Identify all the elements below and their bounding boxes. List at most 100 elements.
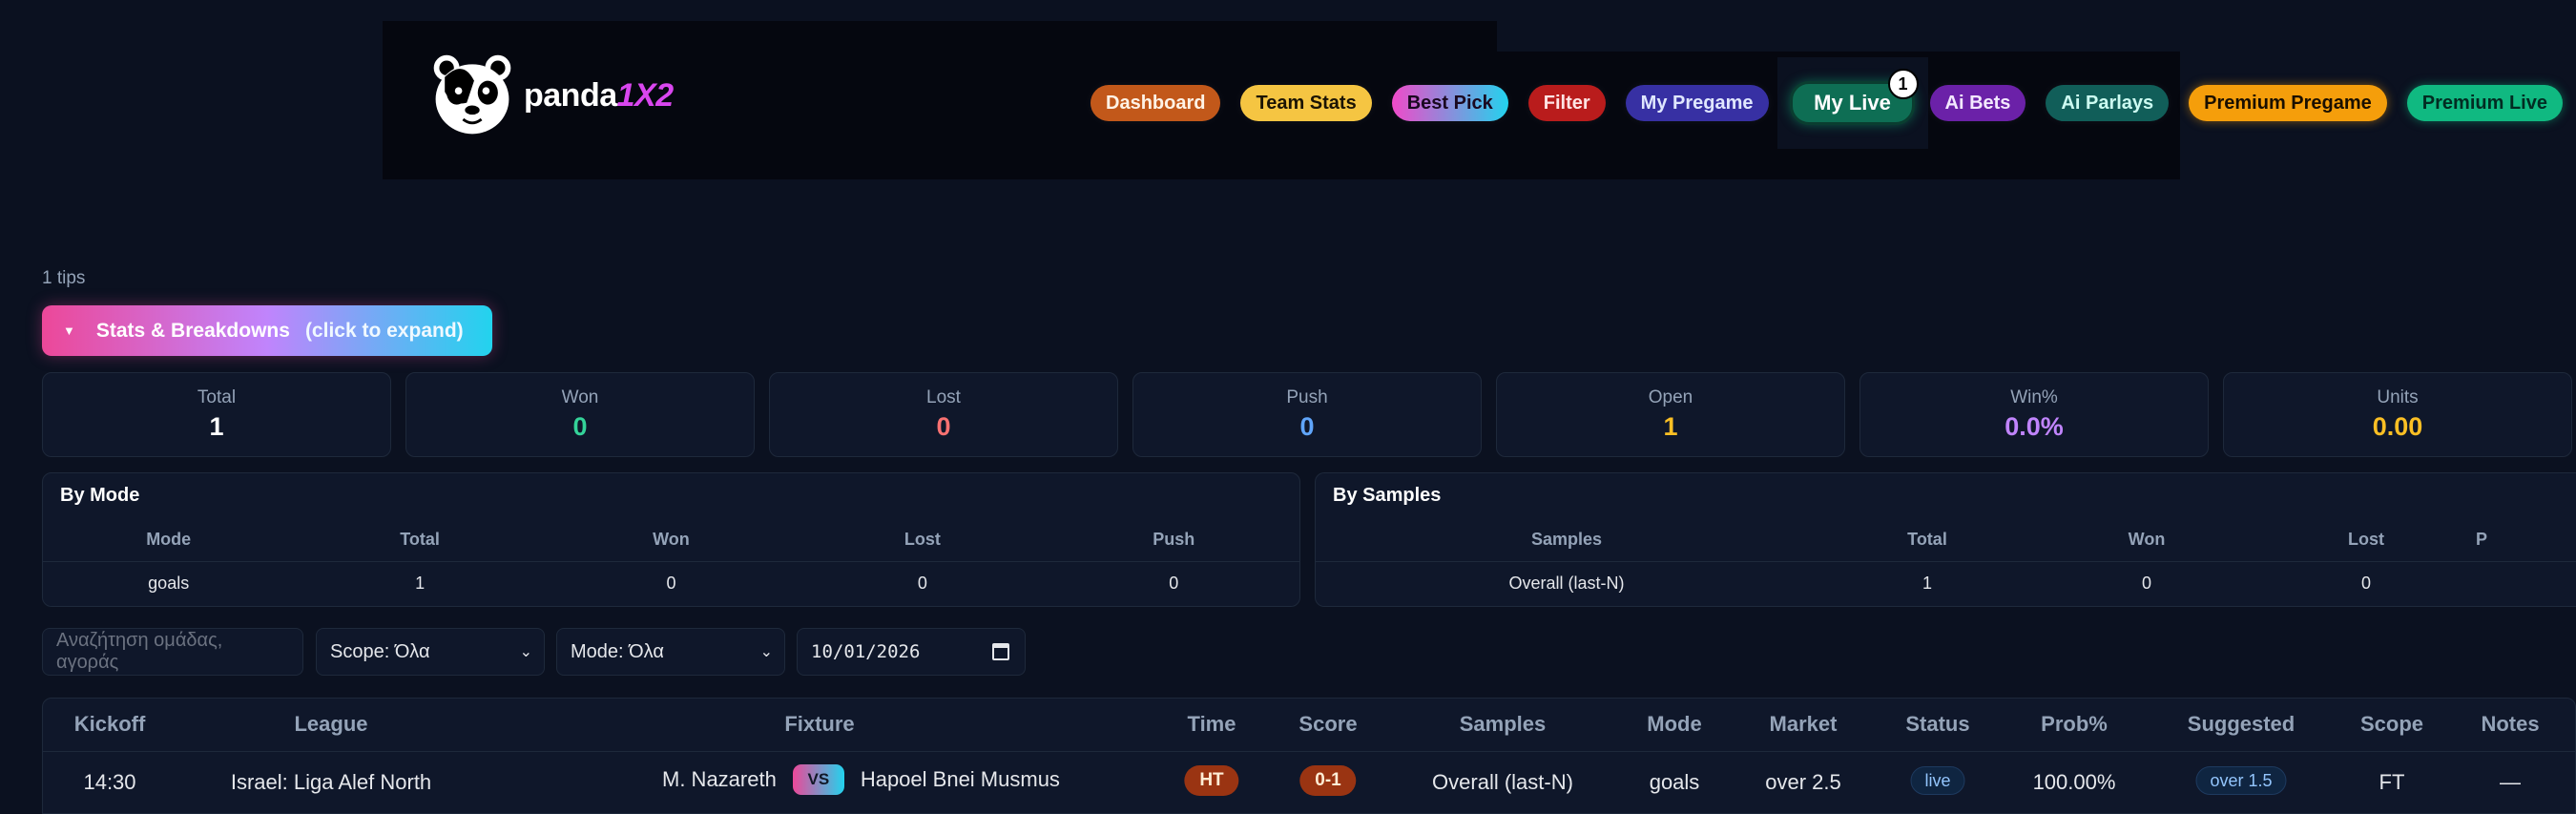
kpi-open-card: Open 1 [1496,372,1845,457]
main-nav: Dashboard Team Stats Best Pick Filter My… [1091,57,2563,149]
column-header[interactable]: Samples [1316,519,1818,562]
league-cell: Israel: Liga Alef North [230,770,432,794]
suggested-badge: over 1.5 [2195,766,2287,795]
table-cell: 1 [1922,573,1932,593]
calendar-icon[interactable] [992,643,1009,660]
mode-select-value: Mode: Όλα [571,640,664,662]
status-badge: live [1910,766,1965,795]
brand-name: panda1X2 [524,77,674,115]
kpi-value: 0 [1299,412,1315,441]
by-mode-title: By Mode [60,485,140,506]
column-header[interactable]: Lost [2256,519,2476,562]
table-header-row: Samples Total Won Lost P [1316,519,2576,562]
kpi-label: Units [2377,387,2419,407]
nav-my-pregame-button[interactable]: My Pregame [1625,85,1769,121]
kpi-push-card: Push 0 [1132,372,1482,457]
score-badge: 0-1 [1299,765,1357,796]
notes-cell: — [2500,770,2521,794]
column-header[interactable]: Push [1048,519,1299,562]
column-header[interactable]: Won [2037,519,2256,562]
brand-name-prefix: panda [524,76,617,114]
kpi-value: 0 [572,412,588,441]
nav-best-pick-button[interactable]: Best Pick [1391,85,1508,121]
column-header-market[interactable]: Market [1770,712,1838,737]
table-cell: 1 [415,573,426,593]
scope-select[interactable]: Scope: Όλα ⌄ [316,628,545,676]
nav-filter-button[interactable]: Filter [1527,85,1606,121]
column-header-time[interactable]: Time [1188,712,1236,737]
column-header[interactable]: Lost [797,519,1049,562]
kpi-value: 1 [1663,412,1678,441]
table-cell: Overall (last-N) [1508,573,1625,593]
nav-premium-live-button[interactable]: Premium Live [2406,85,2563,121]
column-header-scope[interactable]: Scope [2360,712,2423,737]
nav-premium-pregame-button[interactable]: Premium Pregame [2189,85,2387,121]
table-cell: goals [148,573,190,593]
kpi-label: Win% [2010,387,2058,407]
samples-cell: Overall (last-N) [1432,770,1573,794]
column-header-score[interactable]: Score [1298,712,1357,737]
mode-select[interactable]: Mode: Όλα ⌄ [556,628,785,676]
by-samples-title: By Samples [1333,485,1442,506]
kpi-win-percent-card: Win% 0.0% [1859,372,2209,457]
by-mode-table: Mode Total Won Lost Push goals 1 0 0 0 [43,519,1299,605]
search-input[interactable]: Αναζήτηση ομάδας, αγοράς [42,628,303,676]
column-header-league[interactable]: League [294,712,367,737]
header-edge [1497,21,1945,52]
table-row: Overall (last-N) 1 0 0 [1316,561,2576,605]
column-header-fixture[interactable]: Fixture [784,712,854,737]
table-row: goals 1 0 0 0 [43,561,1299,605]
kickoff-cell: 14:30 [83,770,136,794]
table-cell: 0 [666,573,676,593]
table-cell: 0 [2141,573,2151,593]
table-row[interactable]: 14:30 Israel: Liga Alef North M. Nazaret… [43,753,2575,806]
tips-count: 1 tips [42,268,86,288]
column-header-prob[interactable]: Prob% [2041,712,2108,737]
nav-ai-bets-button[interactable]: Ai Bets [1929,85,2026,121]
nav-ai-parlays-button[interactable]: Ai Parlays [2046,85,2170,121]
chevron-down-icon: ⌄ [519,644,532,660]
panda-logo-icon [433,54,511,135]
kpi-summary: Total 1 Won 0 Lost 0 Push 0 Open 1 Win% … [42,372,2576,458]
header-edge [1938,21,2180,52]
column-header-kickoff[interactable]: Kickoff [74,712,146,737]
brand-logo[interactable]: panda1X2 [426,48,674,143]
column-header-notes[interactable]: Notes [2481,712,2539,737]
kpi-label: Push [1286,387,1328,407]
fixture-cell: M. Nazareth VS Hapoel Bnei Musmus [662,764,1060,795]
column-header-suggested[interactable]: Suggested [2188,712,2295,737]
date-input[interactable]: 10/01/2026 [797,628,1026,676]
kpi-value: 1 [209,412,224,441]
probability-cell: 100.00% [2032,770,2116,794]
match-time-badge: HT [1184,765,1239,796]
table-cell: 0 [2360,573,2371,593]
vs-badge: VS [792,764,844,795]
nav-dashboard-button[interactable]: Dashboard [1091,85,1221,121]
stats-breakdowns-toggle[interactable]: ▼ Stats & Breakdowns (click to expand) [42,305,492,356]
table-header-row: Kickoff League Fixture Time Score Sample… [43,699,2575,752]
column-header-samples[interactable]: Samples [1460,712,1547,737]
scope-cell: FT [2379,770,2405,794]
table-cell: 0 [1169,573,1179,593]
kpi-value: 0.0% [2005,412,2064,441]
kpi-won-card: Won 0 [405,372,755,457]
by-samples-table: Samples Total Won Lost P Overall (last-N… [1316,519,2576,605]
kpi-units-card: Units 0.00 [2223,372,2572,457]
by-mode-panel: By Mode Mode Total Won Lost Push goals 1… [42,472,1300,607]
nav-team-stats-button[interactable]: Team Stats [1240,85,1372,121]
column-header-status[interactable]: Status [1905,712,1969,737]
stats-toggle-hint: (click to expand) [304,319,464,342]
kpi-value: 0.00 [2372,412,2423,441]
column-header-mode[interactable]: Mode [1647,712,1701,737]
column-header[interactable]: Mode [43,519,295,562]
kpi-label: Total [197,387,237,407]
table-header-row: Mode Total Won Lost Push [43,519,1299,562]
column-header[interactable]: Total [1818,519,2037,562]
home-team: M. Nazareth [662,767,777,791]
column-header[interactable]: Total [294,519,546,562]
column-header[interactable]: P [2476,519,2576,562]
column-header[interactable]: Won [545,519,798,562]
nav-my-live-container: My Live 1 [1776,57,1928,149]
kpi-total-card: Total 1 [42,372,391,457]
brand-name-accent: 1X2 [616,76,675,114]
